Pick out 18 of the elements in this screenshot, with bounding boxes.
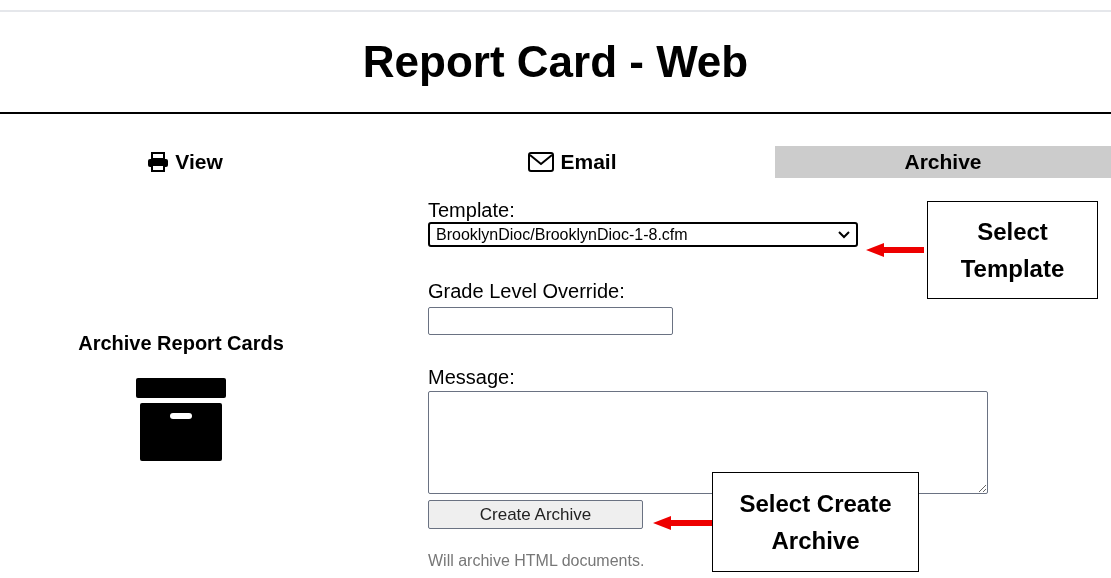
input-field[interactable]: [428, 307, 673, 335]
annotation-arrow: [866, 243, 924, 257]
template-select[interactable]: BrooklynDioc/BrooklynDioc-1-8.cfm: [428, 222, 858, 247]
archive-box-icon: [136, 378, 226, 462]
envelope-icon: [528, 152, 555, 172]
create-archive-button[interactable]: Create Archive: [428, 500, 643, 529]
callout-box: Select Create Archive: [712, 472, 919, 572]
section-heading: Archive Report Cards: [78, 331, 284, 356]
help-text: Will archive HTML documents.: [428, 551, 645, 571]
tab[interactable]: Archive: [775, 146, 1111, 178]
field-label: Template:: [428, 198, 515, 222]
field-label: Message:: [428, 365, 515, 389]
annotation-arrow: [653, 516, 715, 530]
field-label: Grade Level Override:: [428, 279, 625, 303]
callout-box: Select Template: [927, 201, 1098, 299]
chevron-down-icon: [838, 230, 850, 239]
page-title: Report Card - Web: [362, 40, 749, 84]
printer-icon: [147, 152, 170, 172]
